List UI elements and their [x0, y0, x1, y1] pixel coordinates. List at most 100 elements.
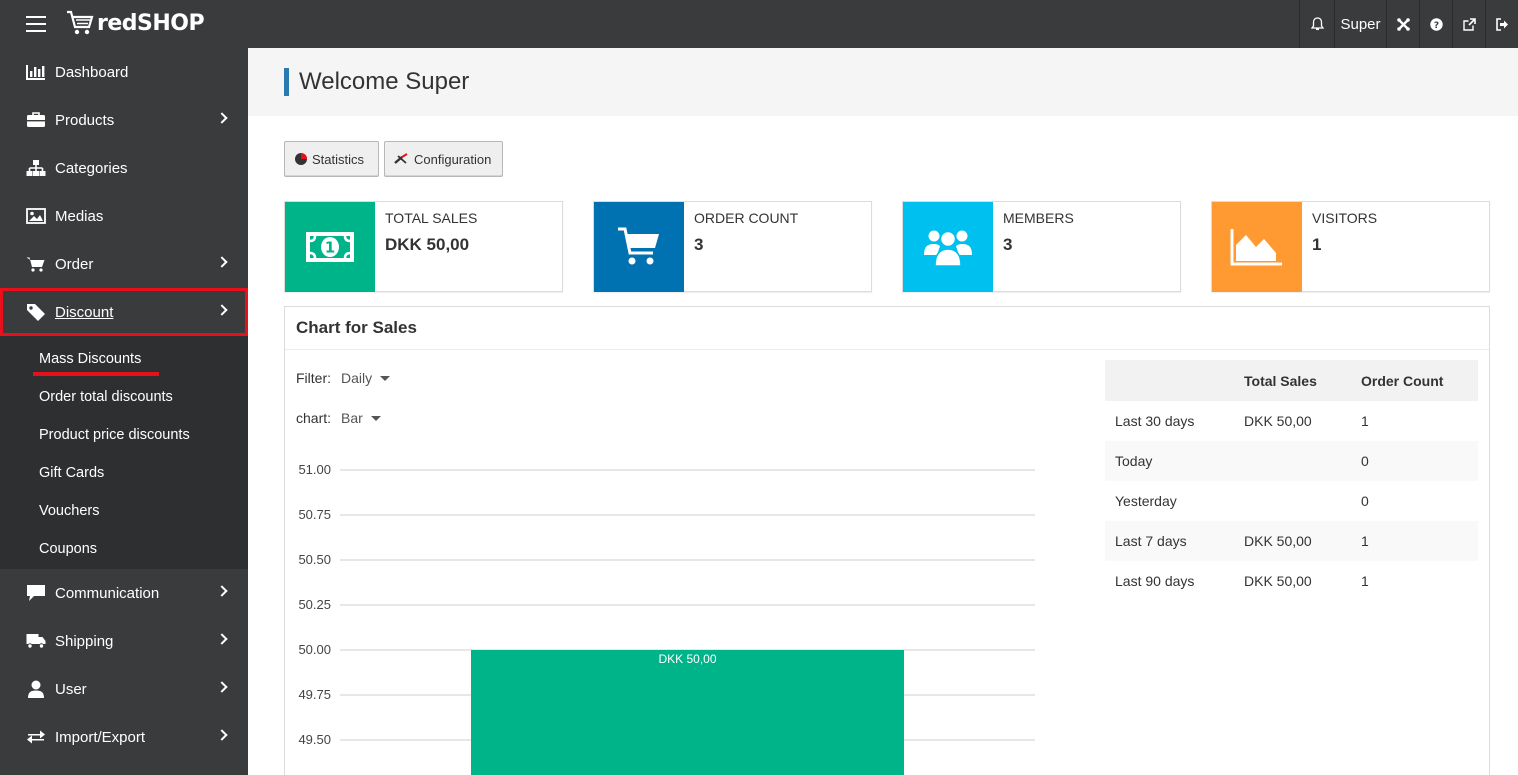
statistics-button[interactable]: Statistics [284, 141, 379, 177]
svg-text:1: 1 [325, 239, 335, 257]
sitemap-icon [26, 159, 46, 177]
table-cell: Today [1105, 441, 1234, 481]
discount-submenu: Mass Discounts Order total discounts Pro… [0, 336, 248, 569]
joomla-button[interactable] [1386, 0, 1419, 48]
joomla-icon [1396, 17, 1410, 31]
y-tick-label: 49.50 [298, 732, 331, 747]
preview-site-button[interactable] [1452, 0, 1485, 48]
sidebar-item-label: Dashboard [55, 63, 129, 81]
title-accent-bar [284, 68, 289, 96]
exchange-icon [26, 728, 46, 746]
configuration-button[interactable]: Configuration [384, 141, 503, 177]
chart-type-value: Bar [341, 410, 363, 426]
stat-value: DKK 50,00 [385, 235, 470, 254]
table-row: Today 0 [1105, 441, 1478, 481]
wrench-icon [394, 153, 408, 164]
table-header-cell: Total Sales [1234, 360, 1351, 401]
truck-icon [26, 632, 46, 650]
submenu-item-vouchers[interactable]: Vouchers [0, 492, 248, 530]
pie-chart-icon [295, 153, 307, 165]
y-tick-label: 50.25 [298, 597, 331, 612]
submenu-item-gift-cards[interactable]: Gift Cards [0, 454, 248, 492]
caret-down-icon [370, 415, 381, 421]
y-tick-label: 50.50 [298, 552, 331, 567]
stat-label: ORDER COUNT [694, 210, 799, 226]
sidebar-item-discount[interactable]: Discount [0, 288, 248, 336]
area-chart-icon [1230, 229, 1282, 266]
table-cell: 1 [1361, 573, 1369, 589]
help-icon: ? [1429, 17, 1443, 31]
submenu-item-coupons[interactable]: Coupons [0, 530, 248, 568]
sales-chart-svg: 51.00 50.75 50.50 50.25 50.00 49.75 49.50 DKK 5… [298, 462, 1035, 775]
filter-row: Filter: Daily [296, 370, 391, 386]
submenu-item-mass-discounts[interactable]: Mass Discounts [0, 340, 248, 378]
sidebar-item-medias[interactable]: Medias [0, 192, 248, 240]
stat-icon-box [1212, 202, 1302, 292]
sidebar-item-user[interactable]: User [0, 665, 248, 713]
sidebar-item-label: Categories [55, 159, 128, 177]
chart-type-select[interactable]: Bar [341, 410, 381, 426]
table-row: Last 90 days DKK 50,00 1 [1105, 561, 1478, 601]
bar-chart-icon [26, 63, 46, 81]
help-button[interactable]: ? [1419, 0, 1452, 48]
user-icon [26, 680, 46, 698]
sidebar-item-shipping[interactable]: Shipping [0, 617, 248, 665]
table-row: Last 7 days DKK 50,00 1 [1105, 521, 1478, 561]
sidebar-item-communication[interactable]: Communication [0, 569, 248, 617]
briefcase-icon [26, 111, 46, 129]
chevron-right-icon [216, 681, 228, 693]
logout-icon [1495, 17, 1508, 31]
bell-icon [1310, 17, 1324, 31]
svg-text:?: ? [1433, 21, 1438, 31]
table-cell: 0 [1361, 493, 1369, 509]
tag-icon [26, 303, 46, 321]
sidebar-item-label: User [55, 680, 87, 698]
page-title: Welcome Super [299, 68, 470, 95]
hamburger-menu-icon[interactable] [26, 16, 46, 32]
chart-bar[interactable] [471, 650, 904, 775]
sidebar-item-dashboard[interactable]: Dashboard [0, 48, 248, 96]
stat-members: MEMBERS 3 [902, 201, 1181, 292]
table-cell: Yesterday [1115, 493, 1177, 509]
table-cell: Last 7 days [1105, 521, 1234, 561]
statistics-label: Statistics [312, 151, 365, 167]
sidebar-item-categories[interactable]: Categories [0, 144, 248, 192]
notifications-button[interactable] [1299, 0, 1334, 48]
sidebar-item-products[interactable]: Products [0, 96, 248, 144]
logout-button[interactable] [1485, 0, 1518, 48]
y-tick-label: 51.00 [298, 462, 331, 477]
table-header-cell: Order Count [1351, 360, 1478, 401]
sidebar-item-label: Import/Export [55, 728, 146, 746]
stat-icon-box [594, 202, 684, 292]
sidebar-item-import-export[interactable]: Import/Export [0, 713, 248, 761]
table-cell [1234, 441, 1351, 481]
table-cell: 0 [1351, 441, 1478, 481]
cart-icon [26, 255, 46, 273]
sidebar-item-label: Medias [55, 207, 104, 225]
filter-value: Daily [341, 370, 373, 386]
submenu-item-order-total-discounts[interactable]: Order total discounts [0, 378, 248, 416]
sidebar-item-label: Discount [55, 303, 114, 321]
sidebar-item-order[interactable]: Order [0, 240, 248, 288]
chevron-right-icon [216, 585, 228, 597]
stat-icon-box [903, 202, 993, 292]
chart-panel: Chart for Sales Filter: Daily chart: Bar… [284, 306, 1490, 775]
submenu-item-product-price-discounts[interactable]: Product price discounts [0, 416, 248, 454]
logo[interactable]: redSHOP [66, 8, 205, 38]
external-link-icon [1462, 17, 1476, 31]
table-cell: DKK 50,00 [1244, 573, 1312, 589]
filter-select[interactable]: Daily [341, 370, 391, 386]
stat-total-sales: 1 TOTAL SALES DKK 50,00 [284, 201, 563, 292]
stat-value: 1 [1312, 235, 1322, 254]
user-menu-button[interactable]: Super [1334, 0, 1386, 48]
stat-icon-box: 1 [285, 202, 375, 292]
configuration-label: Configuration [414, 151, 492, 167]
chart-type-row: chart: Bar [296, 410, 381, 426]
money-icon: 1 [306, 232, 354, 262]
table-cell: 1 [1361, 413, 1369, 429]
chevron-right-icon [216, 729, 228, 741]
chevron-right-icon [216, 633, 228, 645]
sidebar-item-label: Communication [55, 584, 160, 602]
sales-chart: 51.00 50.75 50.50 50.25 50.00 49.75 49.50 DKK 5… [285, 447, 1045, 775]
table-header-cell [1105, 360, 1234, 401]
